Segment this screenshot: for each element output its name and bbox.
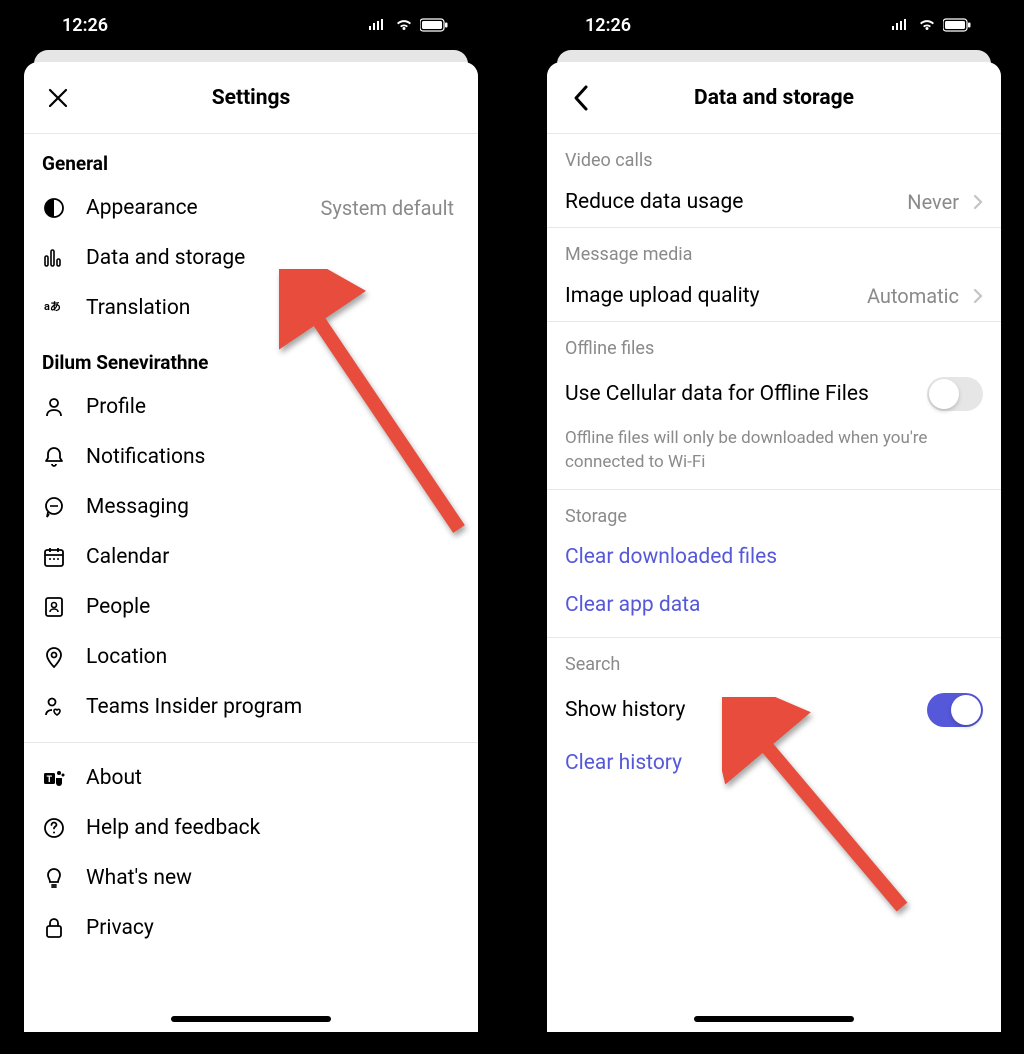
- row-label: Messaging: [86, 495, 460, 519]
- row-label: Notifications: [86, 445, 460, 469]
- row-translation[interactable]: aあ Translation: [24, 283, 478, 333]
- row-label: People: [86, 595, 460, 619]
- row-help[interactable]: Help and feedback: [24, 803, 478, 853]
- bars-icon: [42, 246, 86, 270]
- status-icons: [368, 18, 450, 32]
- chat-icon: [42, 495, 86, 519]
- profile-icon: [42, 395, 86, 419]
- section-header-storage: Storage: [547, 490, 1001, 533]
- row-location[interactable]: Location: [24, 632, 478, 682]
- row-privacy[interactable]: Privacy: [24, 903, 478, 953]
- section-header-search: Search: [547, 638, 1001, 681]
- phone-right-data-storage: 12:26 Data and storage Video calls Reduc…: [535, 0, 1013, 1054]
- half-circle-icon: [42, 196, 86, 220]
- row-show-history[interactable]: Show history: [547, 681, 1001, 739]
- page-title: Settings: [212, 86, 291, 110]
- row-data-storage[interactable]: Data and storage: [24, 233, 478, 283]
- location-icon: [42, 645, 86, 669]
- status-icons: [891, 18, 973, 32]
- row-messaging[interactable]: Messaging: [24, 482, 478, 532]
- battery-icon: [943, 18, 973, 32]
- row-label: Location: [86, 645, 460, 669]
- row-value: Automatic: [867, 284, 959, 308]
- row-label: Show history: [565, 698, 927, 722]
- row-label: Appearance: [86, 196, 321, 220]
- row-label: Translation: [86, 296, 460, 320]
- header: Settings: [24, 62, 478, 134]
- row-label: Calendar: [86, 545, 460, 569]
- home-indicator[interactable]: [171, 1016, 331, 1022]
- toggle-show-history[interactable]: [927, 693, 983, 727]
- row-about[interactable]: T About: [24, 753, 478, 803]
- row-label: Use Cellular data for Offline Files: [565, 382, 927, 406]
- section-header-offline: Offline files: [547, 322, 1001, 365]
- status-time: 12:26: [62, 15, 108, 36]
- calendar-icon: [42, 545, 86, 569]
- teams-icon: T: [42, 766, 86, 790]
- divider: [24, 742, 478, 743]
- data-storage-sheet: Data and storage Video calls Reduce data…: [547, 62, 1001, 1032]
- chevron-right-icon: [973, 194, 983, 210]
- section-header-account: Dilum Senevirathne: [24, 333, 478, 382]
- row-label: Privacy: [86, 916, 460, 940]
- section-header-media: Message media: [547, 228, 1001, 271]
- bulb-icon: [42, 866, 86, 890]
- link-clear-history[interactable]: Clear history: [547, 739, 1001, 787]
- battery-icon: [420, 18, 450, 32]
- row-value: System default: [321, 196, 454, 220]
- status-time: 12:26: [585, 15, 631, 36]
- settings-sheet: Settings General Appearance System defau…: [24, 62, 478, 1032]
- row-whatsnew[interactable]: What's new: [24, 853, 478, 903]
- page-title: Data and storage: [694, 86, 854, 110]
- row-calendar[interactable]: Calendar: [24, 532, 478, 582]
- row-value: Never: [907, 190, 959, 214]
- people-icon: [42, 595, 86, 619]
- help-icon: [42, 816, 86, 840]
- bell-icon: [42, 445, 86, 469]
- row-label: Teams Insider program: [86, 695, 460, 719]
- wifi-icon: [394, 18, 414, 32]
- row-notifications[interactable]: Notifications: [24, 432, 478, 482]
- row-label: What's new: [86, 866, 460, 890]
- lock-icon: [42, 916, 86, 940]
- heart-person-icon: [42, 695, 86, 719]
- status-bar: 12:26: [535, 0, 1013, 50]
- svg-text:aあ: aあ: [44, 300, 61, 313]
- svg-text:T: T: [47, 775, 53, 785]
- row-label: Help and feedback: [86, 816, 460, 840]
- row-label: Reduce data usage: [565, 190, 907, 214]
- toggle-cellular-offline[interactable]: [927, 377, 983, 411]
- row-profile[interactable]: Profile: [24, 382, 478, 432]
- home-indicator[interactable]: [694, 1016, 854, 1022]
- back-button[interactable]: [565, 82, 597, 114]
- chevron-right-icon: [973, 288, 983, 304]
- row-insider[interactable]: Teams Insider program: [24, 682, 478, 732]
- row-reduce-data[interactable]: Reduce data usage Never: [547, 177, 1001, 227]
- header: Data and storage: [547, 62, 1001, 134]
- row-appearance[interactable]: Appearance System default: [24, 183, 478, 233]
- section-header-video: Video calls: [547, 134, 1001, 177]
- section-header-general: General: [24, 134, 478, 183]
- translate-icon: aあ: [42, 296, 86, 320]
- link-clear-downloaded[interactable]: Clear downloaded files: [547, 533, 1001, 581]
- row-label: Image upload quality: [565, 284, 867, 308]
- status-bar: 12:26: [12, 0, 490, 50]
- cellular-icon: [891, 18, 911, 32]
- footnote-offline: Offline files will only be downloaded wh…: [547, 423, 1001, 489]
- phone-left-settings: 12:26 Settings General Appearance System…: [12, 0, 490, 1054]
- row-label: Profile: [86, 395, 460, 419]
- row-label: About: [86, 766, 460, 790]
- cellular-icon: [368, 18, 388, 32]
- row-image-quality[interactable]: Image upload quality Automatic: [547, 271, 1001, 321]
- row-label: Data and storage: [86, 246, 460, 270]
- row-cellular-offline[interactable]: Use Cellular data for Offline Files: [547, 365, 1001, 423]
- close-button[interactable]: [42, 82, 74, 114]
- link-clear-app-data[interactable]: Clear app data: [547, 581, 1001, 629]
- row-people[interactable]: People: [24, 582, 478, 632]
- wifi-icon: [917, 18, 937, 32]
